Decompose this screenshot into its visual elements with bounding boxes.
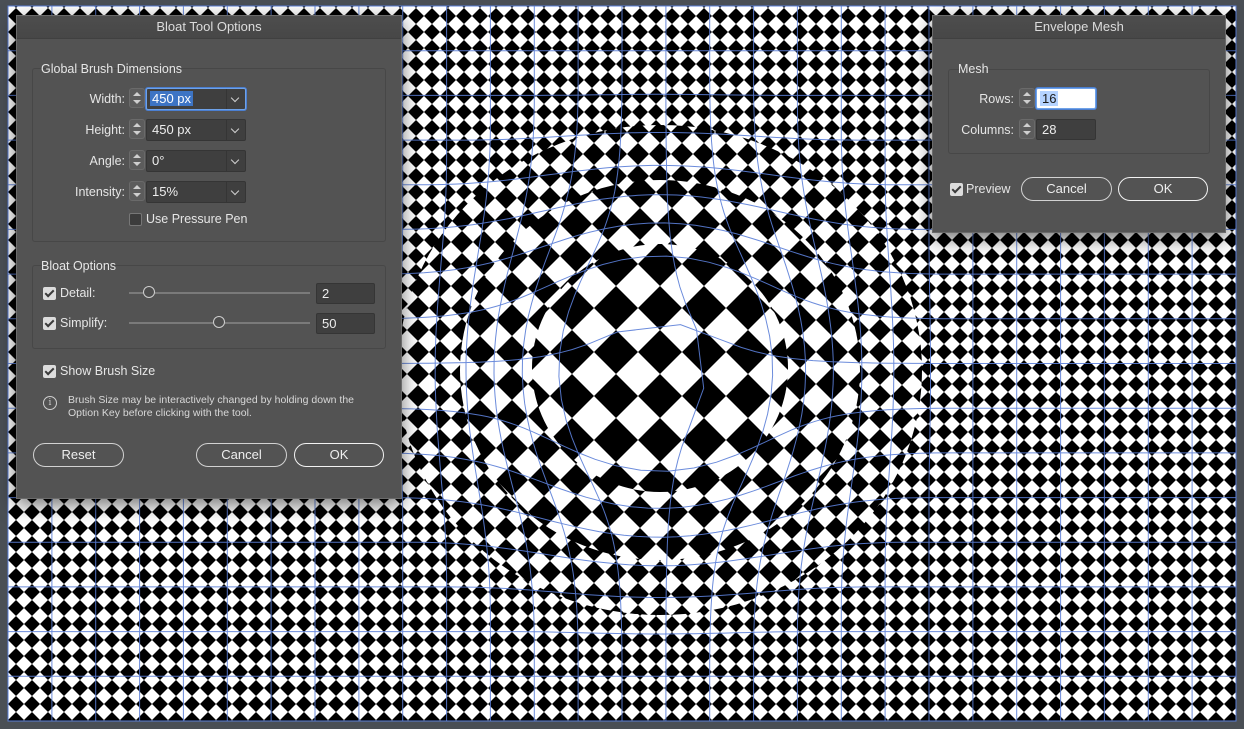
simplify-label: Simplify:: [60, 316, 108, 330]
dialog-title: Bloat Tool Options: [17, 16, 401, 39]
cancel-button[interactable]: Cancel: [196, 443, 287, 467]
rows-stepper[interactable]: [1019, 88, 1035, 108]
show-brush-size-checkbox[interactable]: [43, 365, 56, 378]
use-pressure-pen-checkbox[interactable]: [129, 213, 142, 226]
intensity-stepper[interactable]: [129, 181, 145, 201]
ok-button[interactable]: OK: [1118, 177, 1208, 201]
ok-button[interactable]: OK: [294, 443, 384, 467]
detail-label: Detail:: [60, 286, 96, 300]
brush-size-note-line1: Brush Size may be interactively changed …: [68, 394, 355, 406]
simplify-field[interactable]: 50: [316, 313, 375, 334]
height-value[interactable]: 450 px: [152, 122, 191, 137]
mesh-group-title: Mesh: [958, 62, 989, 76]
detail-slider-thumb[interactable]: [143, 286, 156, 298]
chevron-down-icon[interactable]: [226, 89, 245, 109]
chevron-down-icon[interactable]: [226, 182, 245, 202]
mesh-group: [948, 69, 1210, 154]
height-label: Height:: [85, 123, 125, 137]
detail-value[interactable]: 2: [322, 286, 329, 301]
detail-slider-track[interactable]: [129, 292, 310, 294]
info-icon: i: [43, 396, 57, 410]
intensity-combo[interactable]: 15%: [146, 181, 246, 203]
brush-size-note-line2: Option Key before clicking with the tool…: [68, 407, 252, 419]
cancel-button[interactable]: Cancel: [1021, 177, 1112, 201]
global-brush-dimensions-title: Global Brush Dimensions: [41, 62, 183, 76]
chevron-down-icon[interactable]: [226, 120, 245, 140]
use-pressure-pen-label[interactable]: Use Pressure Pen: [146, 212, 247, 226]
intensity-label: Intensity:: [74, 185, 125, 199]
columns-label: Columns:: [961, 123, 1014, 137]
simplify-value[interactable]: 50: [322, 316, 336, 331]
rows-field[interactable]: 16: [1036, 88, 1096, 109]
intensity-value[interactable]: 15%: [152, 184, 178, 199]
envelope-mesh-dialog: Envelope Mesh Mesh Rows: 16 Columns: 28 …: [932, 15, 1226, 233]
angle-combo[interactable]: 0°: [146, 150, 246, 172]
angle-value[interactable]: 0°: [152, 153, 164, 168]
preview-label[interactable]: Preview: [966, 182, 1010, 196]
columns-stepper[interactable]: [1019, 119, 1035, 139]
height-stepper[interactable]: [129, 119, 145, 139]
width-stepper[interactable]: [129, 88, 145, 108]
width-label: Width:: [89, 92, 125, 106]
rows-value[interactable]: 16: [1040, 91, 1059, 106]
width-value[interactable]: 450 px: [150, 91, 194, 106]
show-brush-size-label[interactable]: Show Brush Size: [60, 364, 155, 378]
columns-field[interactable]: 28: [1036, 119, 1096, 140]
rows-label: Rows:: [979, 92, 1014, 106]
bloat-options-group: [32, 265, 386, 349]
reset-button[interactable]: Reset: [33, 443, 124, 467]
width-combo[interactable]: 450 px: [146, 88, 246, 110]
columns-value[interactable]: 28: [1042, 122, 1056, 137]
angle-stepper[interactable]: [129, 150, 145, 170]
chevron-down-icon[interactable]: [226, 151, 245, 171]
detail-field[interactable]: 2: [316, 283, 375, 304]
preview-checkbox[interactable]: [950, 183, 963, 196]
height-combo[interactable]: 450 px: [146, 119, 246, 141]
bloat-options-title: Bloat Options: [41, 259, 117, 273]
bloat-tool-options-dialog: Bloat Tool Options Global Brush Dimensio…: [16, 15, 402, 499]
detail-checkbox[interactable]: [43, 287, 56, 300]
angle-label: Angle:: [89, 154, 125, 168]
simplify-checkbox[interactable]: [43, 317, 56, 330]
dialog-title: Envelope Mesh: [933, 16, 1225, 39]
